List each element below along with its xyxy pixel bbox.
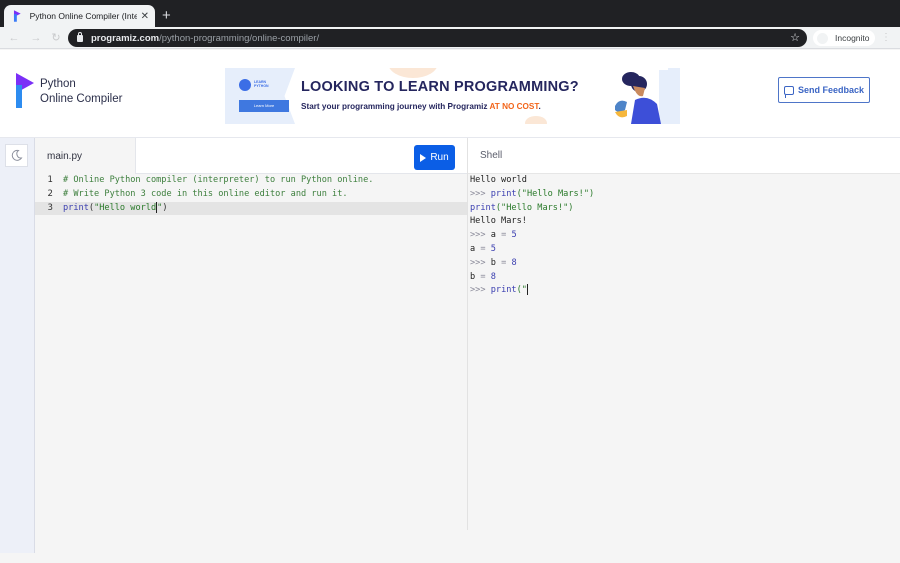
banner-subline-end: . bbox=[538, 102, 541, 111]
shell-operator: = bbox=[480, 243, 486, 254]
ad-banner[interactable]: LEARN PYTHON Learn More LOOKING TO LEARN… bbox=[225, 68, 680, 124]
browser-toolbar: ← → ↻ programiz.com /python-programming/… bbox=[0, 27, 900, 49]
moon-icon bbox=[11, 149, 23, 161]
shell-line: b = 8 bbox=[470, 271, 900, 285]
shell-function: print bbox=[490, 188, 517, 199]
lock-icon bbox=[77, 31, 83, 42]
line-number: 3 bbox=[47, 202, 53, 213]
shell-var: b bbox=[470, 271, 476, 282]
banner-subline: Start your programming journey with Prog… bbox=[301, 102, 541, 111]
shell-number: 5 bbox=[490, 243, 496, 254]
shell-prompt: >>> bbox=[470, 188, 486, 199]
shell-operator: = bbox=[480, 271, 486, 282]
shell-operator: = bbox=[501, 257, 507, 268]
incognito-label: Incognito bbox=[835, 33, 870, 43]
shell-title: Shell bbox=[480, 150, 503, 161]
banner-decor-circle bbox=[388, 68, 438, 78]
address-bar[interactable]: programiz.com /python-programming/online… bbox=[68, 29, 807, 47]
code-comment: # Online Python compiler (interpreter) t… bbox=[63, 175, 374, 185]
shell-number: 5 bbox=[511, 230, 517, 241]
shell-number: 8 bbox=[490, 271, 496, 282]
forward-icon[interactable]: → bbox=[30, 32, 42, 44]
banner-logo-text: LEARN PYTHON bbox=[254, 80, 269, 88]
code-line-active: 3 print("Hello world ") bbox=[35, 201, 467, 216]
play-icon bbox=[420, 153, 427, 162]
shell-function: print bbox=[470, 202, 496, 213]
browser-tab[interactable]: Python Online Compiler (Interp ✕ bbox=[4, 5, 155, 27]
banner-logo-icon bbox=[239, 79, 251, 91]
shell-input-line[interactable]: >>> print(" bbox=[470, 284, 900, 298]
code-function: print bbox=[63, 202, 89, 213]
url-host: programiz.com bbox=[91, 32, 160, 44]
brand-line-1: Python bbox=[40, 78, 76, 90]
tab-title: Python Online Compiler (Interp bbox=[29, 11, 137, 21]
new-tab-icon[interactable]: + bbox=[162, 8, 171, 23]
brand-line-2: Online Compiler bbox=[40, 93, 123, 105]
shell-header: Shell bbox=[468, 138, 900, 174]
shell-operator: = bbox=[501, 230, 507, 241]
send-feedback-button[interactable]: Send Feedback bbox=[778, 77, 870, 103]
shell-string: ("Hello Mars!") bbox=[516, 188, 595, 199]
browser-menu-icon[interactable]: ⋮ bbox=[881, 32, 891, 43]
run-label: Run bbox=[430, 152, 449, 163]
shell-function: print bbox=[490, 285, 517, 296]
shell-output-text: Hello Mars! bbox=[470, 216, 527, 227]
brand-title[interactable]: Python Online Compiler bbox=[40, 77, 122, 107]
shell-output[interactable]: Hello world >>> print("Hello Mars!") pri… bbox=[468, 174, 900, 553]
shell-prompt: >>> bbox=[470, 285, 486, 296]
feedback-chat-icon bbox=[783, 85, 794, 98]
code-comment: # Write Python 3 code in this online edi… bbox=[63, 188, 348, 199]
editor-header: main.py bbox=[35, 138, 467, 174]
shell-line: print("Hello Mars!") bbox=[470, 202, 900, 216]
banner-bg-shape bbox=[225, 68, 295, 124]
shell-line: >>> a = 5 bbox=[470, 229, 900, 243]
banner-learn-more-button[interactable]: Learn More bbox=[239, 100, 289, 112]
incognito-badge[interactable]: Incognito bbox=[813, 30, 875, 46]
file-tab-main-py[interactable]: main.py bbox=[35, 138, 135, 174]
incognito-avatar-icon bbox=[817, 32, 828, 44]
shell-line: >>> print("Hello Mars!") bbox=[470, 188, 900, 202]
shell-line: a = 5 bbox=[470, 243, 900, 257]
shell-prompt: >>> bbox=[470, 230, 486, 241]
site-header: Python Online Compiler LEARN PYTHON Lear… bbox=[0, 50, 900, 138]
shell-number: 8 bbox=[511, 257, 517, 268]
dark-mode-toggle[interactable] bbox=[5, 144, 28, 167]
shell-line: Hello world bbox=[470, 174, 900, 188]
code-string: "Hello world bbox=[94, 202, 157, 213]
bookmark-star-icon[interactable]: ☆ bbox=[790, 31, 800, 44]
code-line: 2 # Write Python 3 code in this online e… bbox=[35, 188, 467, 202]
banner-headline: LOOKING TO LEARN PROGRAMMING? bbox=[301, 79, 579, 95]
code-editor[interactable]: 1 # Online Python compiler (interpreter)… bbox=[35, 174, 467, 553]
shell-var: b bbox=[490, 257, 496, 268]
browser-tab-bar: Python Online Compiler (Interp ✕ + bbox=[0, 0, 900, 27]
line-number: 2 bbox=[47, 188, 53, 199]
run-button[interactable]: Run bbox=[414, 145, 455, 170]
shell-input-text: (" bbox=[516, 285, 527, 296]
side-rail bbox=[0, 138, 35, 553]
code-paren-close: ) bbox=[162, 202, 168, 213]
banner-decor-circle-bottom bbox=[525, 116, 547, 124]
send-feedback-label: Send Feedback bbox=[797, 85, 865, 95]
back-icon[interactable]: ← bbox=[8, 32, 20, 44]
shell-prompt: >>> bbox=[470, 257, 486, 268]
shell-var: a bbox=[490, 230, 496, 241]
shell-line: >>> b = 8 bbox=[470, 257, 900, 271]
shell-output-text: Hello world bbox=[470, 175, 527, 185]
shell-string: ("Hello Mars!") bbox=[495, 202, 574, 213]
shell-cursor bbox=[526, 284, 528, 296]
banner-person-illustration-icon bbox=[615, 70, 672, 124]
code-line: 1 # Online Python compiler (interpreter)… bbox=[35, 174, 467, 188]
reload-icon[interactable]: ↻ bbox=[50, 32, 62, 44]
line-number: 1 bbox=[47, 175, 53, 185]
banner-highlight: AT NO COST bbox=[489, 102, 539, 111]
banner-subline-text: Start your programming journey with Prog… bbox=[301, 102, 490, 111]
programiz-favicon-icon bbox=[13, 10, 21, 22]
close-tab-icon[interactable]: ✕ bbox=[141, 11, 149, 22]
url-path: /python-programming/online-compiler/ bbox=[159, 32, 320, 44]
programiz-logo-icon[interactable] bbox=[14, 73, 36, 108]
shell-line: Hello Mars! bbox=[470, 215, 900, 229]
shell-var: a bbox=[470, 243, 476, 254]
